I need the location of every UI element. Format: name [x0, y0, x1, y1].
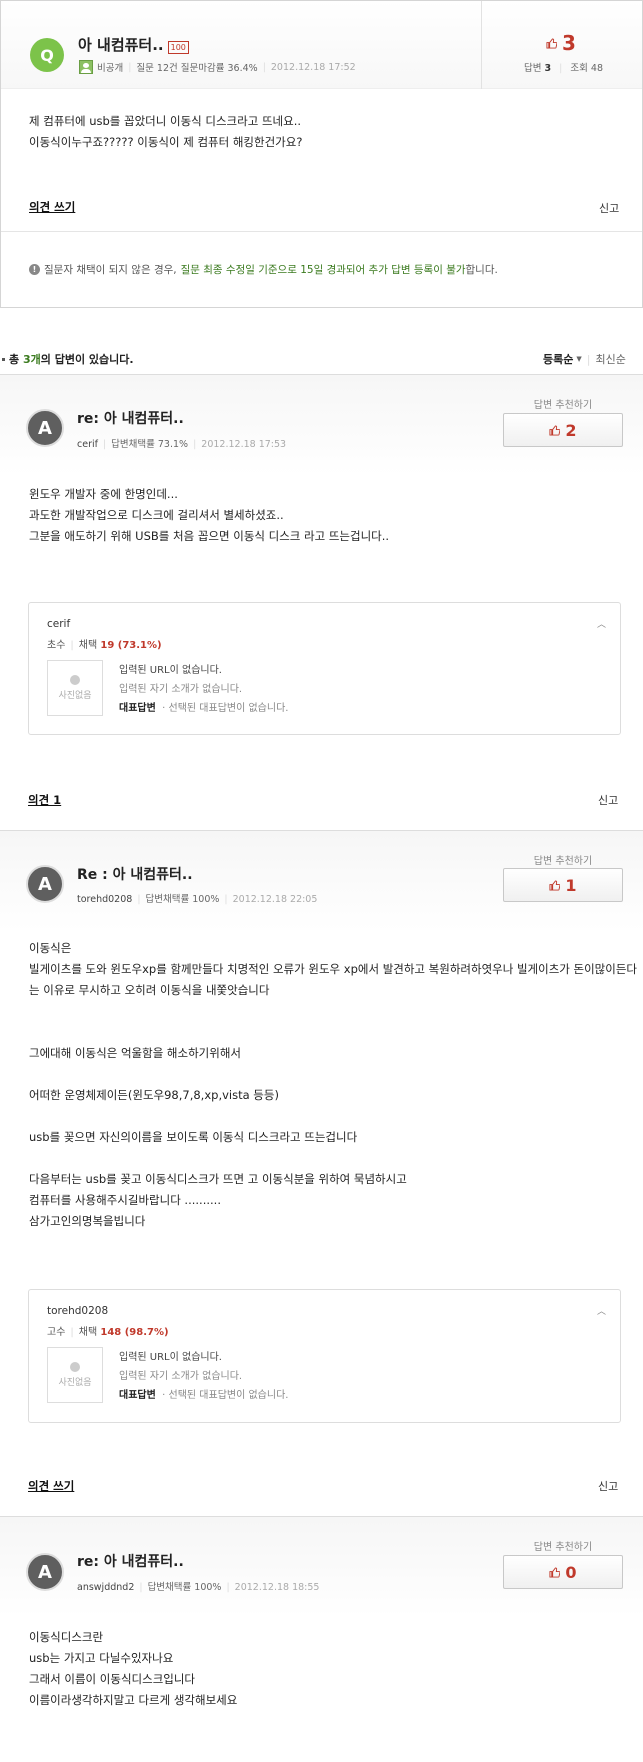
answerer-profile: torehd0208 ︿ 고수 | 채택 148 (98.7%) 사진없음 입력된 … [28, 1289, 621, 1423]
answer-comment-link[interactable]: 의견 쓰기 [28, 1478, 74, 1494]
question-rec[interactable]: 3 [546, 31, 576, 55]
answer-report-link[interactable]: 신고 [598, 792, 618, 808]
answer-title: re: 아 내컴퓨터.. [77, 411, 184, 427]
answer-body: 윈도우 개발자 중에 한명인데... 과도한 개발작업으로 디스크에 걸리셔서 … [29, 487, 390, 543]
recommend-button[interactable]: 1 [503, 868, 623, 902]
answer-meta: cerif | 답변채택률 73.1% | 2012.12.18 17:53 [77, 439, 287, 450]
answer-author[interactable]: answjddnd2 [77, 1582, 134, 1593]
answer-report-link[interactable]: 신고 [598, 1478, 618, 1494]
recommend-label: 답변 추천하기 [533, 400, 593, 411]
answers-count-header: 총 3개 의 답변이 있습니다. [2, 351, 134, 367]
answer-author[interactable]: cerif [77, 439, 98, 450]
profile-rank: 고수 | 채택 148 (98.7%) [47, 1327, 169, 1338]
question-counts: 답변 3 | 조회 48 [524, 63, 604, 74]
recommend-label: 답변 추천하기 [533, 1542, 593, 1553]
person-icon [70, 675, 80, 685]
answer-meta: answjddnd2 | 답변채택률 100% | 2012.12.18 18:55 [77, 1582, 320, 1593]
chevron-up-icon[interactable]: ︿ [597, 617, 606, 630]
question-author[interactable]: 비공개 [97, 60, 123, 74]
person-icon [70, 1362, 80, 1372]
notice: ! 질문자 채택이 되지 않은 경우, 질문 최종 수정일 기준으로 15일 경… [29, 262, 498, 277]
chevron-up-icon[interactable]: ︿ [597, 1304, 606, 1317]
thumbs-up-icon [549, 1566, 561, 1578]
answer-author[interactable]: torehd0208 [77, 894, 132, 905]
recommend-count: 2 [565, 420, 577, 440]
recommend-count: 0 [565, 1562, 577, 1582]
answer-body: 이동식은 빌게이츠를 도와 윈도우xp를 함께만들다 치명적인 오류가 윈도우 … [29, 941, 637, 1228]
question-body: 제 컴퓨터에 usb를 꼽았더니 이동식 디스크라고 뜨네요.. 이동식이누구죠… [29, 114, 303, 149]
no-photo-placeholder: 사진없음 [47, 660, 103, 716]
profile-name[interactable]: cerif [47, 618, 70, 630]
question-meta: 비공개 | 질문 12건 질문마감률 36.4% | 2012.12.18 17… [79, 60, 356, 74]
answer-comment-link[interactable]: 의견 1 [28, 792, 61, 808]
profile-name[interactable]: torehd0208 [47, 1305, 108, 1317]
level-badge: 100 [167, 40, 189, 54]
answer-avatar: A [26, 1553, 64, 1591]
answer-meta: torehd0208 | 답변채택률 100% | 2012.12.18 22:05 [77, 894, 318, 905]
sort-latest[interactable]: 최신순 [595, 351, 625, 367]
answerer-profile: cerif ︿ 초수 | 채택 19 (73.1%) 사진없음 입력된 URL이 없… [28, 602, 621, 735]
answer-title: re: 아 내컴퓨터.. [77, 1554, 184, 1570]
recommend-button[interactable]: 2 [503, 413, 623, 447]
recommend-count: 1 [565, 875, 577, 895]
question-date: 2012.12.18 17:52 [270, 61, 356, 73]
sort-registered[interactable]: 등록순 [543, 351, 573, 367]
recommend-button[interactable]: 0 [503, 1555, 623, 1589]
sort-options: 등록순 ▼ | 최신순 [543, 351, 626, 367]
answer-title: Re : 아 내컴퓨터.. [77, 867, 193, 883]
thumbs-up-icon [549, 879, 561, 891]
private-user-icon [79, 60, 93, 74]
info-icon: ! [29, 264, 40, 275]
question-avatar: Q [30, 38, 64, 72]
question-box: Q 아 내컴퓨터.. 100 비공개 | 질문 12건 질문마감률 36.4% |… [0, 0, 643, 308]
no-photo-placeholder: 사진없음 [47, 1347, 103, 1403]
answer-avatar: A [26, 409, 64, 447]
recommend-label: 답변 추천하기 [533, 856, 593, 867]
question-stats: 질문 12건 질문마감률 36.4% [136, 63, 258, 74]
question-rec-count: 3 [562, 31, 576, 55]
question-comment-link[interactable]: 의견 쓰기 [29, 199, 75, 215]
answer-avatar: A [26, 865, 64, 903]
profile-rank: 초수 | 채택 19 (73.1%) [47, 640, 162, 651]
question-title: 아 내컴퓨터.. [78, 36, 164, 54]
thumbs-up-icon [546, 37, 558, 49]
thumbs-up-icon [549, 424, 561, 436]
chevron-down-icon: ▼ [576, 355, 582, 363]
question-report-link[interactable]: 신고 [599, 200, 619, 216]
answer-body: 이동식디스크란 usb는 가지고 다닐수있자나요 그래서 이름이 이동식디스크입… [29, 1630, 238, 1707]
